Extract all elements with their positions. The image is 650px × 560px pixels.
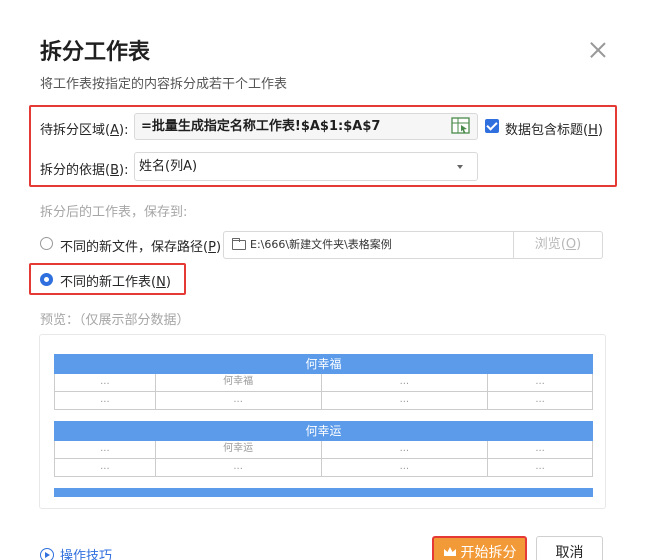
split-range-input[interactable]: =批量生成指定名称工作表!$A$1:$A$7 [134,113,478,140]
header-checkbox[interactable] [485,119,499,133]
dialog-title: 拆分工作表 [40,40,151,65]
split-basis-value: 姓名(列A) [139,159,198,174]
table-row: ... ... ... ... [54,392,593,410]
table-cell: ... [322,441,489,458]
table-cell: ... [156,392,322,409]
preview-table: 何幸福 ... 何幸福 ... ... ... ... ... ... [54,354,593,410]
table-cell: ... [55,459,156,476]
radio-new-files[interactable] [40,237,53,250]
preview-label: 预览：（仅展示部分数据） [40,313,190,328]
table-cell: ... [488,441,593,458]
crown-icon [443,547,456,556]
table-cell: ... [322,459,489,476]
preview-table-footer-bar [54,488,593,497]
table-cell: ... [55,441,156,458]
radio-new-files-label[interactable]: 不同的新文件，保存路径(P) [60,236,221,255]
table-cell: ... [488,459,593,476]
table-row: ... 何幸运 ... ... [54,441,593,459]
save-to-label: 拆分后的工作表，保存到: [40,205,188,220]
close-icon[interactable] [588,40,608,60]
table-cell: ... [156,459,322,476]
play-circle-icon [40,548,54,560]
table-cell: ... [55,374,156,391]
table-cell: ... [55,392,156,409]
start-split-button[interactable]: 开始拆分 [432,536,527,560]
radio-new-sheets-label[interactable]: 不同的新工作表(N) [60,271,171,290]
split-basis-select[interactable]: 姓名(列A) [134,152,478,181]
table-cell: 何幸福 [156,374,322,391]
dialog-subtitle: 将工作表按指定的内容拆分成若干个工作表 [40,77,288,92]
radio-new-sheets[interactable] [40,273,53,286]
browse-button[interactable]: 浏览(O) [513,231,603,259]
table-row: ... 何幸福 ... ... [54,374,593,392]
table-cell: ... [322,374,489,391]
split-range-label: 待拆分区域(A): [40,123,129,138]
tips-link[interactable]: 操作技巧 [40,545,112,560]
table-cell: ... [322,392,489,409]
preview-table: 何幸运 ... 何幸运 ... ... ... ... ... ... [54,421,593,477]
header-checkbox-label[interactable]: 数据包含标题(H) [505,119,603,138]
split-range-value: =批量生成指定名称工作表!$A$1:$A$7 [141,119,381,134]
folder-icon [232,238,246,250]
table-cell: 何幸运 [156,441,322,458]
preview-table-header: 何幸运 [54,421,593,441]
range-select-icon[interactable] [451,117,471,135]
table-row: ... ... ... ... [54,459,593,477]
save-path-value: E:\666\新建文件夹\表格案例 [250,238,392,251]
cancel-button[interactable]: 取消 [536,536,603,560]
preview-table-header: 何幸福 [54,354,593,374]
save-path-input[interactable]: E:\666\新建文件夹\表格案例 [223,231,513,259]
chevron-down-icon [457,165,463,169]
table-cell: ... [488,392,593,409]
preview-panel: 何幸福 ... 何幸福 ... ... ... ... ... ... 何幸运 … [39,334,606,509]
table-cell: ... [488,374,593,391]
split-basis-label: 拆分的依据(B): [40,163,129,178]
